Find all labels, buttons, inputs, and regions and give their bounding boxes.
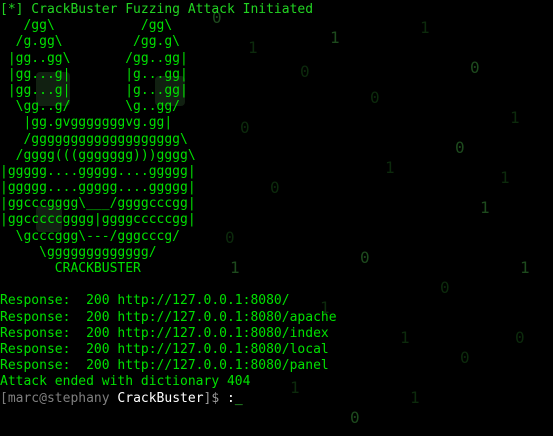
matrix-rain-digit: 1: [420, 18, 430, 37]
prompt-command[interactable]: :: [227, 391, 235, 406]
terminal-window[interactable]: 01010101010101010101010101 [*] CrackBust…: [0, 0, 553, 436]
ascii-art-line: |gg...g| |g...gg|: [0, 66, 188, 82]
matrix-rain-digit: 0: [350, 408, 360, 427]
matrix-rain-digit: 0: [470, 58, 480, 77]
response-line: Response: 200 http://127.0.0.1:8080/: [0, 293, 290, 309]
ascii-art-line: |gg...g| |g...gg|: [0, 82, 188, 98]
matrix-rain-digit: 0: [370, 88, 380, 107]
matrix-rain-digit: 0: [455, 138, 465, 157]
terminal-output: [*] CrackBuster Fuzzing Attack Initiated…: [0, 2, 337, 407]
banner-line: [*] CrackBuster Fuzzing Attack Initiated: [0, 2, 314, 17]
response-line: Response: 200 http://127.0.0.1:8080/inde…: [0, 325, 329, 341]
text-cursor: _: [234, 390, 243, 406]
ascii-art-line: /gggg(((ggggggg)))gggg\: [0, 147, 196, 163]
summary-line: Attack ended with dictionary 404: [0, 374, 251, 390]
prompt-at: @: [39, 390, 47, 406]
ascii-art-line: /ggggggggggggggggggg\: [0, 131, 188, 147]
ascii-art-line: |gg..gg\ /gg..gg|: [0, 50, 188, 66]
response-line: Response: 200 http://127.0.0.1:8080/loca…: [0, 341, 329, 357]
crackbuster-ascii-art: /gg\ /gg\ /g.gg\ /gg.g\ |gg..gg\ /gg..gg…: [0, 18, 337, 277]
ascii-art-line: \ggggggggggggg/: [0, 244, 157, 260]
matrix-rain-digit: 1: [500, 168, 510, 187]
response-list: Response: 200 http://127.0.0.1:8080/Resp…: [0, 293, 337, 374]
prompt-directory: CrackBuster: [117, 390, 204, 406]
prompt-user: marc: [7, 390, 40, 406]
matrix-rain-digit: 0: [360, 248, 370, 267]
matrix-rain-digit: 0: [460, 348, 470, 367]
ascii-art-line: |ggcccccgggg|ggggcccccgg|: [0, 212, 196, 228]
matrix-rain-digit: 1: [480, 198, 490, 217]
prompt-symbol: ]$: [203, 390, 220, 406]
matrix-rain-digit: 1: [510, 108, 520, 127]
ascii-art-line: |gg.gvgggggggvg.gg|: [0, 115, 173, 131]
matrix-rain-digit: 1: [520, 258, 530, 277]
ascii-art-line: /gg\ /gg\: [0, 18, 173, 34]
matrix-rain-digit: 1: [400, 328, 410, 347]
matrix-rain-digit: 1: [410, 388, 420, 407]
ascii-art-line: /g.gg\ /gg.g\: [0, 34, 181, 50]
ascii-art-line: CRACKBUSTER: [0, 261, 141, 276]
response-line: Response: 200 http://127.0.0.1:8080/apac…: [0, 309, 337, 325]
ascii-art-line: \gcccggg\---/gggcccg/: [0, 228, 181, 244]
matrix-rain-digit: 1: [385, 158, 395, 177]
response-line: Response: 200 http://127.0.0.1:8080/pane…: [0, 358, 329, 374]
prompt-open-bracket: [: [0, 390, 8, 406]
matrix-rain-digit: 0: [515, 328, 525, 347]
shell-prompt[interactable]: [marc@stephany CrackBuster]$ :_: [0, 391, 337, 407]
ascii-art-line: |ggggg....ggggg....ggggg|: [0, 163, 196, 179]
prompt-host: stephany: [46, 390, 110, 406]
ascii-art-line: |ggggg....ggggg....ggggg|: [0, 180, 196, 196]
ascii-art-line: |ggcccgggg\___/ggggcccgg|: [0, 196, 196, 212]
ascii-art-line: \gg..g/ \g..gg/: [0, 99, 181, 115]
matrix-rain-digit: 0: [440, 278, 450, 297]
